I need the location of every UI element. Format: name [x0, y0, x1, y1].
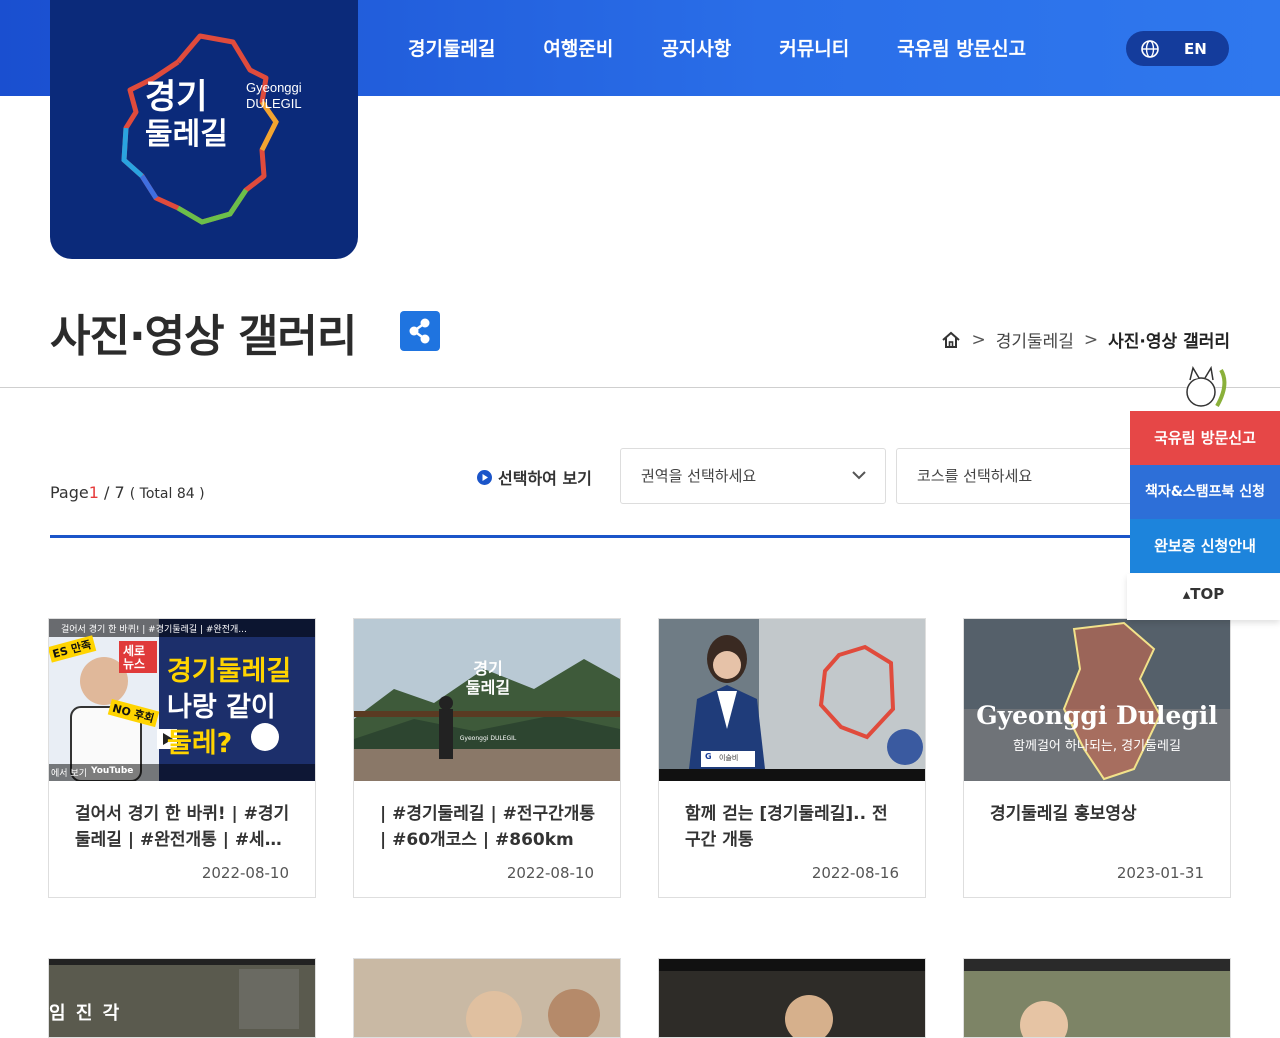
logo-english: Gyeonggi DULEGIL: [246, 80, 302, 112]
menu-community[interactable]: 커뮤니티: [779, 34, 849, 61]
quick-certificate[interactable]: 완보증 신청안내: [1130, 519, 1280, 573]
page-info: Page1 / 7 ( Total 84 ): [50, 483, 205, 502]
gallery-card[interactable]: 경기 둘레길 Gyeonggi DULEGIL | #경기둘레길 | #전구간개…: [353, 618, 621, 898]
gallery-card[interactable]: [963, 958, 1231, 1038]
mascot-icon: [1186, 365, 1227, 407]
card-title[interactable]: 경기둘레길 홍보영상: [990, 801, 1208, 827]
menu-dulegil[interactable]: 경기둘레길: [408, 34, 495, 61]
top-label: TOP: [1190, 585, 1225, 603]
home-icon[interactable]: [941, 330, 961, 350]
region-select[interactable]: 권역을 선택하세요: [620, 448, 886, 504]
site-logo[interactable]: 경기 둘레길 Gyeonggi DULEGIL: [50, 0, 358, 259]
quick-forest-report[interactable]: 국유림 방문신고: [1130, 411, 1280, 465]
logo-korean-line1: 경기: [145, 77, 208, 117]
gallery-card[interactable]: 걸어서 경기 한 바퀴! | #경기둘레길 | #완전개... 세로 뉴스 ES…: [48, 618, 316, 898]
menu-notice[interactable]: 공지사항: [661, 34, 731, 61]
gallery-card[interactable]: 임 진 각: [48, 958, 316, 1038]
quick-book-request[interactable]: 책자&스탬프북 신청: [1130, 465, 1280, 519]
gallery-card[interactable]: Gyeonggi Dulegil 함께걸어 하나되는, 경기둘레길 경기둘레길 …: [963, 618, 1231, 898]
thumbnail-logo-line2: 둘레길: [465, 678, 511, 697]
course-select[interactable]: 코스를 선택하세요: [896, 448, 1136, 504]
list-top-border: [50, 535, 1230, 538]
chevron-down-icon: [852, 471, 866, 480]
thumbnail-headline: Gyeonggi Dulegil: [976, 701, 1218, 730]
anchor-name: 이슬비: [719, 754, 739, 762]
scroll-top-button[interactable]: ▴TOP: [1127, 574, 1280, 620]
menu-forest-report[interactable]: 국유림 방문신고: [897, 34, 1026, 61]
thumbnail-logo: 경기 둘레길: [458, 659, 518, 697]
page-title: 사진·영상 갤러리: [50, 311, 357, 362]
thumbnail-text: 임 진 각: [49, 1003, 122, 1024]
logo-english-line1: Gyeonggi: [246, 80, 302, 95]
card-title[interactable]: 걸어서 경기 한 바퀴! | #경기둘레길 | #완전개통 | #세…: [75, 801, 293, 853]
quick-menu: 국유림 방문신고 책자&스탬프북 신청 완보증 신청안내 ▴TOP: [1127, 365, 1280, 620]
play-circle-icon: [477, 469, 492, 485]
card-date: 2022-08-10: [506, 864, 594, 882]
filter-heading: 선택하여 보기: [477, 465, 592, 489]
thumbnail-badge: 세로 뉴스: [123, 644, 146, 671]
youtube-icon: YouTube: [91, 766, 134, 776]
logo-english-line2: DULEGIL: [246, 96, 302, 111]
breadcrumb-current: 사진·영상 갤러리: [1108, 332, 1230, 352]
menu-travel-prep[interactable]: 여행준비: [543, 34, 613, 61]
thumbnail-note: 에서 보기: [51, 769, 87, 779]
thumbnail-text: 경기둘레길: [167, 656, 292, 687]
card-date: 2023-01-31: [1116, 864, 1204, 882]
video-thumbnail[interactable]: Gyeonggi Dulegil 함께걸어 하나되는, 경기둘레길: [964, 619, 1230, 781]
logo-korean-line2: 둘레길: [145, 117, 228, 152]
gallery-card[interactable]: G 이슬비 함께 걷는 [경기둘레길].. 전구간 개통 2022-08-16: [658, 618, 926, 898]
breadcrumb: > 경기둘레길 > 사진·영상 갤러리: [941, 327, 1230, 352]
breadcrumb-item[interactable]: 경기둘레길: [996, 327, 1074, 352]
thumbnail-logo-line1: 경기: [473, 659, 503, 678]
video-thumbnail[interactable]: G 이슬비: [659, 619, 925, 781]
thumbnail-image: [354, 619, 620, 781]
thumbnail-caption: 걸어서 경기 한 바퀴! | #경기둘레길 | #완전개...: [61, 625, 247, 635]
thumbnail-text: 둘레?: [167, 728, 233, 759]
page-label: Page: [50, 483, 89, 502]
total-count: ( Total 84 ): [129, 486, 205, 502]
gallery-card[interactable]: [353, 958, 621, 1038]
breadcrumb-separator: >: [1083, 329, 1099, 350]
thumbnail-image: [354, 959, 620, 1037]
card-title[interactable]: | #경기둘레길 | #전구간개통 | #60개코스 | #860km: [380, 801, 598, 853]
thumbnail-image: [964, 959, 1230, 1037]
channel-logo: G: [705, 752, 712, 761]
card-date: 2022-08-10: [201, 864, 289, 882]
title-divider: [0, 387, 1280, 388]
share-icon: [409, 318, 430, 344]
language-button[interactable]: EN: [1126, 31, 1229, 66]
thumbnail-subtitle: 함께걸어 하나되는, 경기둘레길: [1013, 739, 1181, 754]
course-select-placeholder: 코스를 선택하세요: [917, 467, 1033, 485]
filter-heading-label: 선택하여 보기: [498, 469, 592, 488]
main-menu: 경기둘레길 여행준비 공지사항 커뮤니티 국유림 방문신고: [408, 34, 1074, 61]
thumbnail-image: [659, 959, 925, 1037]
thumbnail-image: [659, 619, 925, 781]
thumbnail-text: 나랑 같이: [167, 692, 276, 723]
thumbnail-image: [964, 619, 1230, 781]
video-thumbnail[interactable]: 걸어서 경기 한 바퀴! | #경기둘레길 | #완전개... 세로 뉴스 ES…: [49, 619, 315, 781]
card-date: 2022-08-16: [811, 864, 899, 882]
globe-icon: [1141, 39, 1159, 58]
language-label: EN: [1184, 39, 1207, 58]
thumbnail-logo-english: Gyeonggi DULEGIL: [459, 735, 517, 742]
total-pages: / 7: [104, 483, 125, 502]
video-thumbnail[interactable]: 경기 둘레길 Gyeonggi DULEGIL: [354, 619, 620, 781]
breadcrumb-separator: >: [971, 329, 986, 350]
card-title[interactable]: 함께 걷는 [경기둘레길].. 전구간 개통: [685, 801, 903, 853]
current-page: 1: [88, 483, 99, 502]
region-select-placeholder: 권역을 선택하세요: [641, 467, 757, 485]
gallery-card[interactable]: [658, 958, 926, 1038]
share-button[interactable]: [400, 311, 440, 351]
